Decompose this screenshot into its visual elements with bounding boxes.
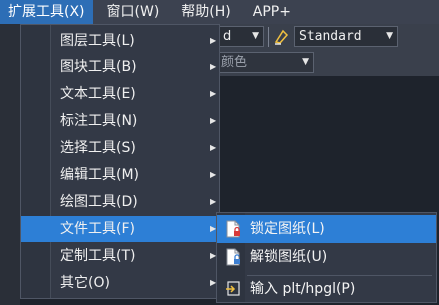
submenu-item-unlock-drawing[interactable]: 解锁图纸(U)	[217, 243, 436, 271]
linetype-combo[interactable]: d ▼	[218, 26, 264, 47]
import-plt-icon	[225, 280, 241, 298]
submenu-item-lock-drawing[interactable]: 锁定图纸(L)	[217, 215, 436, 243]
menu-help[interactable]: 帮助(H)	[173, 0, 238, 24]
chevron-down-icon: ▼	[302, 57, 309, 67]
chevron-right-icon: ▶	[210, 36, 217, 45]
menu-item-dimension-tools[interactable]: 标注工具(N) ▶	[21, 108, 219, 134]
properties-toolbar: d ▼ Standard ▼	[216, 24, 439, 50]
menu-item-layer-tools[interactable]: 图层工具(L) ▶	[21, 28, 219, 54]
submenu-item-import-plt[interactable]: 输入 plt/hpgl(P)	[217, 276, 436, 302]
linetype-combo-value: d	[223, 29, 232, 44]
submenu-item-label: 锁定图纸(L)	[250, 221, 325, 237]
menu-item-label: 标注工具(N)	[60, 113, 138, 129]
menu-item-block-tools[interactable]: 图块工具(B) ▶	[21, 54, 219, 80]
menu-item-text-tools[interactable]: 文本工具(E) ▶	[21, 81, 219, 107]
menu-item-edit-tools[interactable]: 编辑工具(M) ▶	[21, 162, 219, 188]
menu-item-label: 选择工具(S)	[60, 140, 136, 156]
menu-item-file-tools[interactable]: 文件工具(F) ▶	[21, 216, 219, 242]
menu-item-label: 编辑工具(M)	[60, 167, 140, 183]
menu-item-label: 文本工具(E)	[60, 86, 136, 102]
menu-item-label: 定制工具(T)	[60, 248, 136, 264]
unlock-drawing-icon	[225, 248, 241, 266]
menu-app-plus[interactable]: APP+	[245, 0, 299, 24]
color-combo[interactable]: 颜色 ▼	[216, 52, 314, 73]
menubar: 扩展工具(X) 窗口(W) 帮助(H) APP+	[0, 0, 439, 24]
extend-tools-menu: 图层工具(L) ▶ 图块工具(B) ▶ 文本工具(E) ▶ 标注工具(N) ▶ …	[20, 24, 220, 299]
menu-window[interactable]: 窗口(W)	[99, 0, 168, 24]
menu-item-label: 图块工具(B)	[60, 59, 137, 75]
left-panel-strip	[0, 24, 20, 305]
chevron-down-icon: ▼	[252, 31, 259, 41]
menu-item-draw-tools[interactable]: 绘图工具(D) ▶	[21, 189, 219, 215]
chevron-right-icon: ▶	[210, 170, 217, 179]
toolbar-divider	[268, 27, 269, 47]
color-combo-value: 颜色	[221, 55, 248, 70]
menu-item-select-tools[interactable]: 选择工具(S) ▶	[21, 135, 219, 161]
chevron-right-icon: ▶	[210, 116, 217, 125]
menu-extend-tools[interactable]: 扩展工具(X)	[0, 0, 93, 24]
menu-item-others[interactable]: 其它(O) ▶	[21, 270, 219, 296]
menu-item-label: 绘图工具(D)	[60, 194, 138, 210]
file-tools-submenu: 锁定图纸(L) 解锁图纸(U) 输入 plt/hpgl(P)	[216, 212, 437, 303]
menu-item-label: 图层工具(L)	[60, 33, 135, 49]
menu-item-label: 文件工具(F)	[60, 221, 135, 237]
submenu-item-label: 输入 plt/hpgl(P)	[250, 281, 356, 297]
text-style-icon[interactable]	[272, 27, 292, 47]
chevron-right-icon: ▶	[210, 143, 217, 152]
chevron-right-icon: ▶	[210, 62, 217, 71]
submenu-item-label: 解锁图纸(U)	[250, 249, 328, 265]
lock-drawing-icon	[225, 220, 241, 238]
chevron-right-icon: ▶	[210, 89, 217, 98]
properties-toolbar-row2: 颜色 ▼	[216, 50, 439, 76]
chevron-down-icon: ▼	[386, 31, 393, 41]
text-style-combo[interactable]: Standard ▼	[294, 26, 398, 47]
menu-item-label: 其它(O)	[60, 275, 110, 291]
menu-item-custom-tools[interactable]: 定制工具(T) ▶	[21, 243, 219, 269]
text-style-combo-value: Standard	[299, 29, 362, 44]
